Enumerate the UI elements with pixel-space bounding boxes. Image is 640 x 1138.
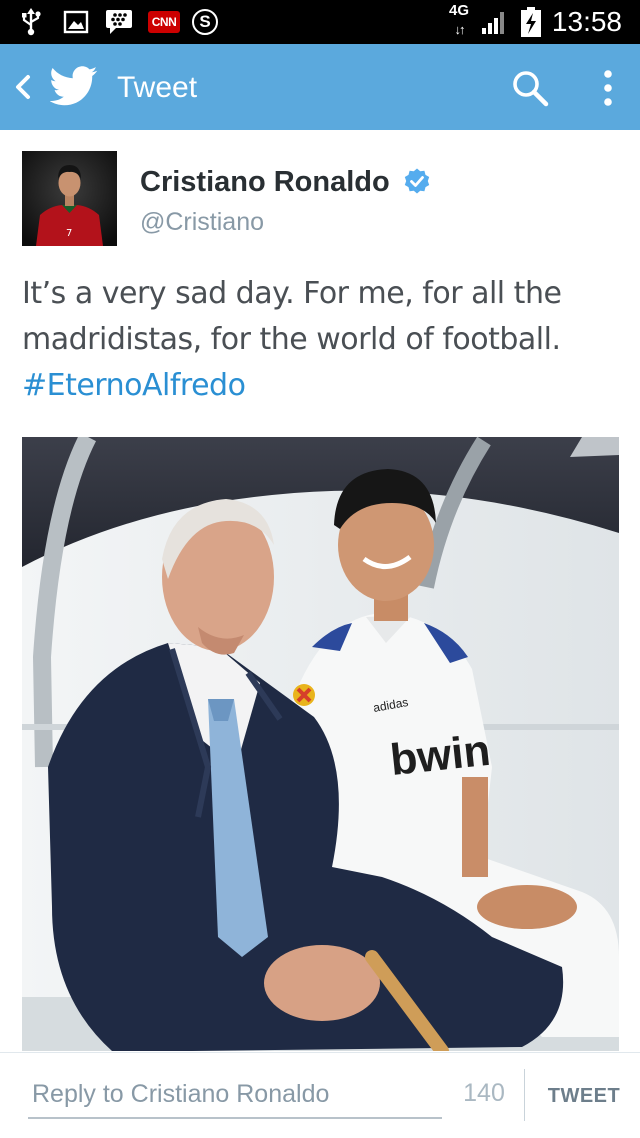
cnn-icon: CNN (148, 11, 180, 33)
bbm-icon (104, 8, 134, 36)
author-handle[interactable]: @Cristiano (140, 204, 264, 240)
back-icon[interactable] (12, 72, 34, 102)
tweet-button[interactable]: TWEET (532, 1071, 636, 1121)
photo-sponsor-text: bwin (388, 726, 493, 785)
author-name[interactable]: Cristiano Ronaldo (140, 162, 390, 202)
data-arrows-icon: ↓↑ (454, 22, 466, 37)
skype-icon: S (192, 9, 218, 35)
network-indicator: 4G ↓↑ (444, 3, 474, 41)
signal-icon (480, 8, 510, 36)
tweet-body: It’s a very sad day. For me, for all the… (22, 276, 562, 357)
network-type: 4G (448, 2, 469, 19)
page-title: Tweet (117, 71, 198, 104)
avatar[interactable]: 7 (22, 151, 117, 246)
reply-input[interactable] (28, 1071, 442, 1119)
avatar-jersey-number: 7 (66, 228, 72, 239)
reply-bar: 140 TWEET (0, 1052, 640, 1138)
status-bar: CNN S 4G ↓↑ 13:58 (0, 0, 640, 44)
overflow-menu-icon[interactable] (596, 66, 620, 110)
usb-icon (18, 8, 44, 36)
action-bar: Tweet (0, 44, 640, 130)
hashtag-link[interactable]: #EternoAlfredo (22, 368, 246, 403)
gallery-icon (62, 8, 90, 36)
tweet-photo[interactable]: adidas bwin (22, 437, 619, 1051)
clock: 13:58 (551, 6, 622, 37)
tweet-text: It’s a very sad day. For me, for all the… (22, 271, 622, 409)
character-count: 140 (463, 1079, 505, 1107)
battery-charging-icon (518, 7, 544, 37)
search-icon[interactable] (510, 68, 550, 108)
twitter-bird-icon[interactable] (49, 66, 98, 106)
verified-badge-icon (402, 167, 432, 197)
divider (524, 1069, 525, 1121)
